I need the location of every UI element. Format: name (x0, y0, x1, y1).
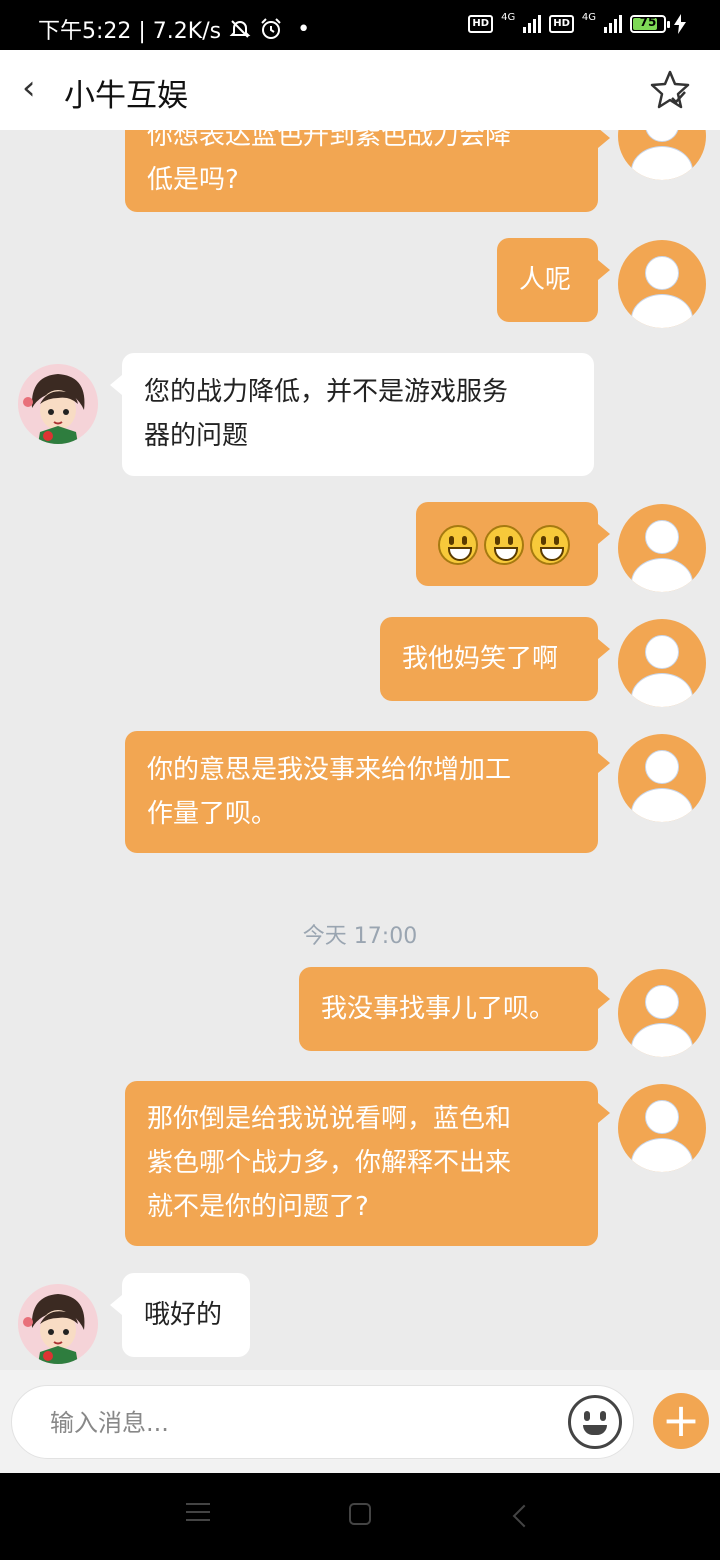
message-list[interactable]: 你想表达蓝色升到紫色战力会降 低是吗? 人呢 您的战力降低，并不是游戏服务 器的… (0, 130, 720, 1370)
status-time-speed: 下午5:22 | 7.2K/s (38, 19, 222, 44)
star-favorite-icon[interactable] (648, 68, 692, 112)
message-line: 我没事找事儿了呗。 (321, 994, 556, 1024)
menu-icon[interactable] (186, 1503, 210, 1527)
message-bubble-outgoing[interactable]: 你的意思是我没事来给你增加工 作量了呗。 (125, 731, 610, 853)
dot-icon: • (297, 16, 311, 42)
timestamp: 今天 17:00 (302, 924, 418, 949)
alarm-icon (261, 18, 281, 39)
charging-icon (674, 14, 686, 34)
message-input[interactable] (48, 1386, 532, 1460)
user-avatar[interactable] (618, 240, 706, 328)
hd-badge-2: HD (549, 15, 574, 33)
network-label: 4G (501, 11, 516, 23)
status-bar: 下午5:22 | 7.2K/s • HD 4G HD 4G 75 (0, 0, 720, 50)
message-bubble-incoming[interactable]: 哦好的 (110, 1273, 250, 1357)
message-line: 作量了呗。 (147, 799, 278, 829)
message-line: 你的意思是我没事来给你增加工 (147, 755, 512, 785)
message-bubble-outgoing[interactable]: 我没事找事儿了呗。 (299, 967, 610, 1051)
message-line: 我他妈笑了啊 (402, 644, 559, 674)
message-line: 就不是你的问题了? (147, 1192, 369, 1222)
user-avatar[interactable] (618, 504, 706, 592)
message-bubble-outgoing[interactable]: 人呢 (497, 238, 610, 322)
message-line: 哦好的 (144, 1300, 223, 1330)
user-avatar[interactable] (618, 130, 706, 180)
plus-button-icon[interactable]: + (653, 1393, 709, 1449)
message-line: 器的问题 (144, 421, 249, 451)
user-avatar[interactable] (618, 969, 706, 1057)
message-bubble-outgoing[interactable]: 你想表达蓝色升到紫色战力会降 低是吗? (125, 130, 610, 212)
signal-icon-2 (604, 15, 622, 33)
back-nav-icon[interactable] (512, 1504, 536, 1528)
user-avatar[interactable] (618, 619, 706, 707)
input-bar: + (0, 1370, 720, 1473)
message-input-wrapper[interactable] (11, 1385, 634, 1460)
back-icon[interactable]: ‹ (22, 68, 36, 108)
message-bubble-outgoing[interactable]: 我他妈笑了啊 (380, 617, 610, 701)
battery-icon: 75 (630, 15, 670, 33)
message-bubble-incoming[interactable]: 您的战力降低，并不是游戏服务 器的问题 (110, 353, 594, 476)
anime-character-icon (18, 364, 98, 444)
anime-character-icon (18, 1284, 98, 1364)
smiley-emoji-icon (484, 524, 524, 565)
battery-level: 75 (639, 15, 657, 29)
agent-avatar[interactable] (18, 364, 98, 444)
message-line: 那你倒是给我说说看啊，蓝色和 (147, 1104, 512, 1134)
smiley-emoji-icon (530, 524, 570, 565)
message-line: 您的战力降低，并不是游戏服务 (144, 377, 509, 407)
message-line: 你想表达蓝色升到紫色战力会降 (147, 130, 512, 151)
network-label-2: 4G (581, 11, 596, 23)
smiley-emoji-icon (438, 524, 478, 565)
message-line: 低是吗? (147, 165, 239, 195)
message-bubble-outgoing[interactable]: 那你倒是给我说说看啊，蓝色和 紫色哪个战力多，你解释不出来 就不是你的问题了? (125, 1081, 610, 1246)
emoji-button-icon[interactable] (568, 1395, 622, 1449)
agent-avatar[interactable] (18, 1284, 98, 1364)
message-bubble-outgoing[interactable] (416, 502, 610, 586)
user-avatar[interactable] (618, 734, 706, 822)
chat-header: ‹ 小牛互娱 (0, 50, 720, 130)
system-nav-bar (0, 1473, 720, 1560)
page-title: 小牛互娱 (64, 78, 188, 114)
home-icon[interactable] (349, 1503, 371, 1525)
bell-off-icon (229, 20, 251, 38)
user-avatar[interactable] (618, 1084, 706, 1172)
message-line: 人呢 (519, 265, 572, 295)
hd-badge: HD (468, 15, 494, 33)
message-line: 紫色哪个战力多，你解释不出来 (147, 1148, 512, 1178)
signal-icon (523, 15, 542, 33)
